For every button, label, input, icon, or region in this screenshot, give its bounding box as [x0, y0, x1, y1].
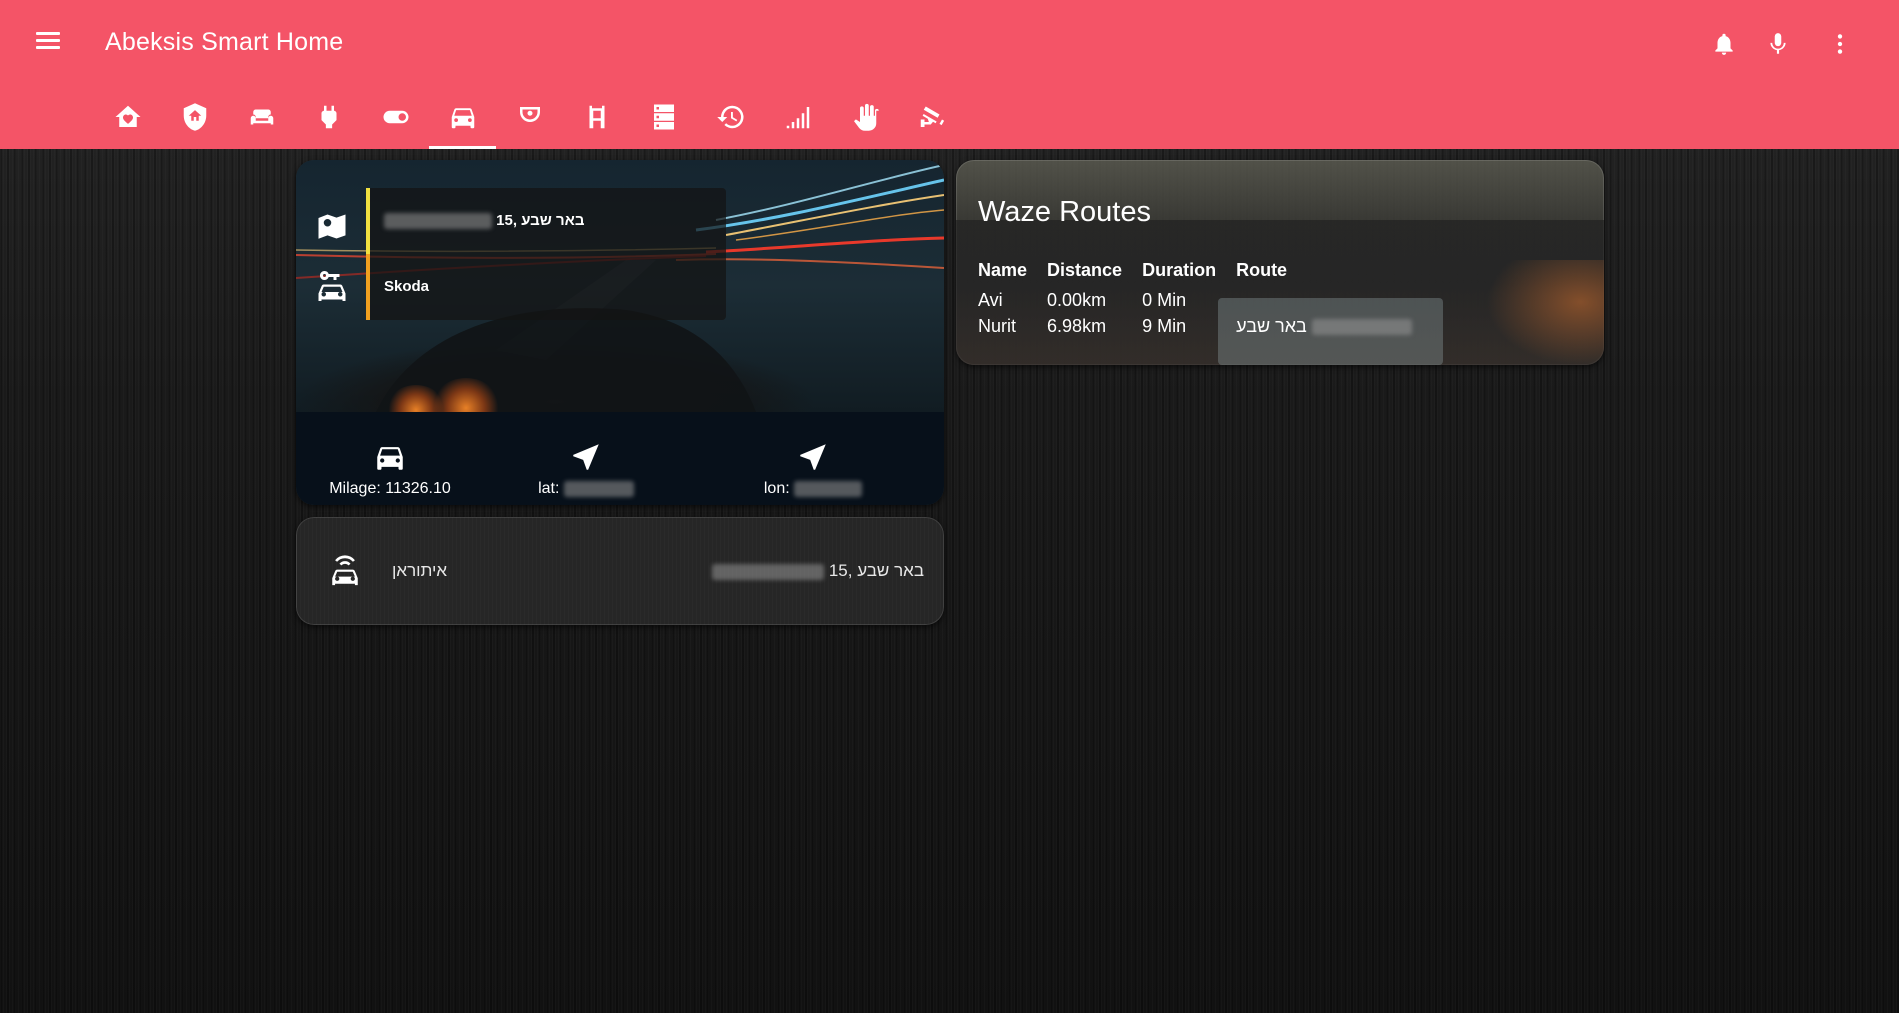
tab-home-heart-icon[interactable]	[94, 90, 161, 149]
route-duration: 9 Min	[1142, 316, 1187, 336]
car-key-icon	[314, 268, 350, 304]
column-header-route: Route	[1236, 260, 1288, 280]
tab-signal-bars-icon[interactable]	[764, 90, 831, 149]
bell-icon[interactable]	[1706, 26, 1742, 62]
latitude-blurred	[563, 480, 634, 497]
tab-sofa-icon[interactable]	[228, 90, 295, 149]
longitude-blurred	[794, 480, 863, 497]
tab-server-icon[interactable]	[630, 90, 697, 149]
tab-toggle-switch-icon[interactable]	[362, 90, 429, 149]
vehicle-text: Skoda	[384, 278, 430, 295]
milage-stat: Milage: 11326.10	[324, 440, 456, 498]
car-location-card: באר שבע ,15 Skoda Milage: 11326.10 lat:	[296, 160, 944, 505]
address-text: באר שבע ,15	[496, 212, 585, 229]
table-row: Avi 0.00km 0 Min	[978, 285, 1432, 311]
tab-gate-icon[interactable]	[563, 90, 630, 149]
navigation-icon	[573, 444, 599, 470]
tab-shield-home-icon[interactable]	[161, 90, 228, 149]
longitude-stat: lon:	[758, 440, 868, 498]
tab-cctv-icon[interactable]	[898, 90, 965, 149]
car-info-panel: באר שבע ,15 Skoda	[366, 188, 726, 320]
tab-power-plug-icon[interactable]	[295, 90, 362, 149]
route-name: Nurit	[978, 316, 1017, 336]
dashboard-vent-image	[1486, 260, 1604, 365]
address-blurred	[384, 213, 492, 230]
tab-hand-wave-icon[interactable]	[831, 90, 898, 149]
app-title: Abeksis Smart Home	[105, 28, 344, 56]
waze-routes-table: Name Distance Duration Route Avi 0.00km …	[978, 260, 1432, 337]
car-tracker-row[interactable]: איתוראן באר שבע ,15	[296, 517, 944, 625]
view-tabs	[94, 90, 965, 149]
tracker-name: איתוראן	[392, 561, 448, 580]
address-bar	[366, 188, 370, 254]
tab-robot-vacuum-icon[interactable]	[496, 90, 563, 149]
latitude-label: lat:	[538, 480, 560, 497]
table-row: Nurit 6.98km 9 Min באר שבע	[978, 311, 1432, 337]
route-duration: 0 Min	[1142, 290, 1187, 310]
tracker-state: באר שבע ,15	[828, 561, 924, 580]
car-icon	[377, 447, 403, 470]
tab-car-icon[interactable]	[429, 90, 496, 149]
route-path: באר שבע	[1236, 316, 1307, 336]
column-header-duration: Duration	[1142, 260, 1217, 280]
column-header-distance: Distance	[1047, 260, 1123, 280]
table-header-row: Name Distance Duration Route	[978, 260, 1432, 285]
hamburger-icon[interactable]	[30, 28, 66, 60]
milage-label: Milage: 11326.10	[329, 480, 451, 497]
car-background-image: באר שבע ,15 Skoda	[296, 160, 944, 412]
navigation-icon	[800, 444, 826, 470]
address-row: באר שבע ,15	[366, 188, 726, 254]
route-path	[1236, 285, 1432, 311]
car-connected-icon	[328, 553, 362, 589]
route-distance: 6.98km	[1047, 316, 1107, 336]
more-vertical-icon[interactable]	[1822, 26, 1858, 62]
route-distance: 0.00km	[1047, 290, 1107, 310]
latitude-stat: lat:	[536, 440, 636, 498]
vehicle-row: Skoda	[366, 254, 726, 320]
longitude-label: lon:	[763, 480, 790, 497]
route-name: Avi	[978, 290, 1003, 310]
waze-routes-card: Waze Routes Name Distance Duration Route…	[956, 160, 1604, 365]
app-header: Abeksis Smart Home	[0, 0, 1899, 149]
microphone-icon[interactable]	[1760, 26, 1796, 62]
tracker-state-blurred	[712, 563, 825, 580]
route-path-blurred	[1311, 319, 1412, 336]
map-marker-icon	[314, 210, 350, 246]
waze-title: Waze Routes	[978, 196, 1151, 228]
vehicle-bar	[366, 254, 370, 320]
column-header-name: Name	[978, 260, 1028, 280]
tab-clock-restore-icon[interactable]	[697, 90, 764, 149]
